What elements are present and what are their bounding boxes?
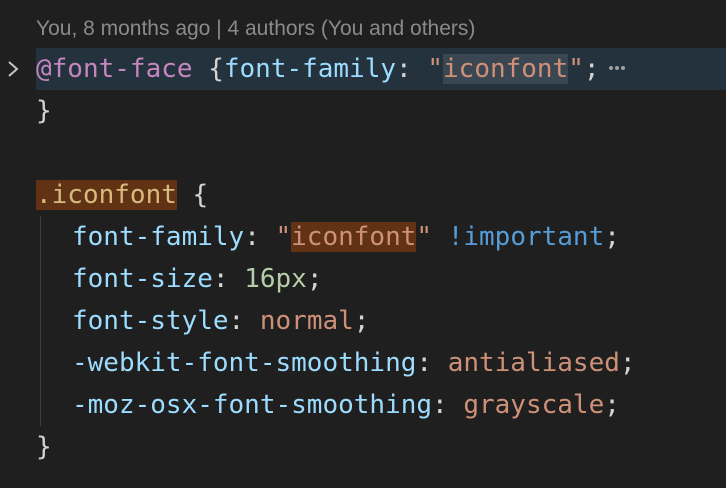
property: -webkit-font-smoothing xyxy=(72,348,417,378)
ellipsis-icon[interactable] xyxy=(608,65,626,71)
value: grayscale xyxy=(463,390,605,420)
code-line-4[interactable]: .iconfont { xyxy=(36,174,208,216)
property: -moz-osx-font-smoothing xyxy=(72,390,433,420)
code-line-10[interactable]: } xyxy=(36,426,52,468)
git-blame-codelens[interactable]: You, 8 months ago | 4 authors (You and o… xyxy=(36,10,475,48)
colon: : xyxy=(432,390,464,420)
important-keyword: !important xyxy=(432,222,605,252)
property: font-family xyxy=(72,222,245,252)
brace: { xyxy=(176,180,209,210)
at-rule: @font-face xyxy=(36,54,193,84)
colon: : xyxy=(416,348,448,378)
property: font-family xyxy=(223,54,397,84)
property: font-style xyxy=(72,306,229,336)
quote: " xyxy=(275,222,292,252)
semicolon: ; xyxy=(604,390,620,420)
class-dot: . xyxy=(36,180,52,210)
code-editor[interactable]: You, 8 months ago | 4 authors (You and o… xyxy=(0,0,726,488)
matched-word: iconfont xyxy=(291,222,417,252)
number-value: 16px xyxy=(244,264,307,294)
brace: } xyxy=(36,96,52,126)
selected-word: iconfont xyxy=(443,54,569,84)
semicolon: ; xyxy=(604,222,620,252)
colon: : xyxy=(396,54,428,84)
class-selector: iconfont xyxy=(51,180,177,210)
value: antialiased xyxy=(447,348,620,378)
code-line-9[interactable]: -moz-osx-font-smoothing: grayscale; xyxy=(72,384,620,426)
code-line-8[interactable]: -webkit-font-smoothing: antialiased; xyxy=(72,342,636,384)
colon: : xyxy=(244,222,276,252)
semicolon: ; xyxy=(353,306,370,336)
code-line-7[interactable]: font-style: normal; xyxy=(72,300,369,342)
code-line-2[interactable]: } xyxy=(36,90,52,132)
code-line-1[interactable]: @font-face {font-family: "iconfont"; xyxy=(36,48,626,90)
colon: : xyxy=(212,264,245,294)
brace: { xyxy=(192,54,224,84)
chevron-right-icon[interactable] xyxy=(6,60,20,78)
semicolon: ; xyxy=(306,264,323,294)
quote: " xyxy=(427,54,444,84)
value: normal xyxy=(259,306,354,336)
quote: " xyxy=(416,222,433,252)
colon: : xyxy=(228,306,260,336)
quote: " xyxy=(568,54,584,84)
indent-guide xyxy=(40,216,41,426)
property: font-size xyxy=(72,264,213,294)
brace: } xyxy=(36,432,52,462)
code-line-5[interactable]: font-family: "iconfont" !important; xyxy=(72,216,620,258)
semicolon: ; xyxy=(619,348,636,378)
code-line-6[interactable]: font-size: 16px; xyxy=(72,258,322,300)
semicolon: ; xyxy=(583,54,600,84)
